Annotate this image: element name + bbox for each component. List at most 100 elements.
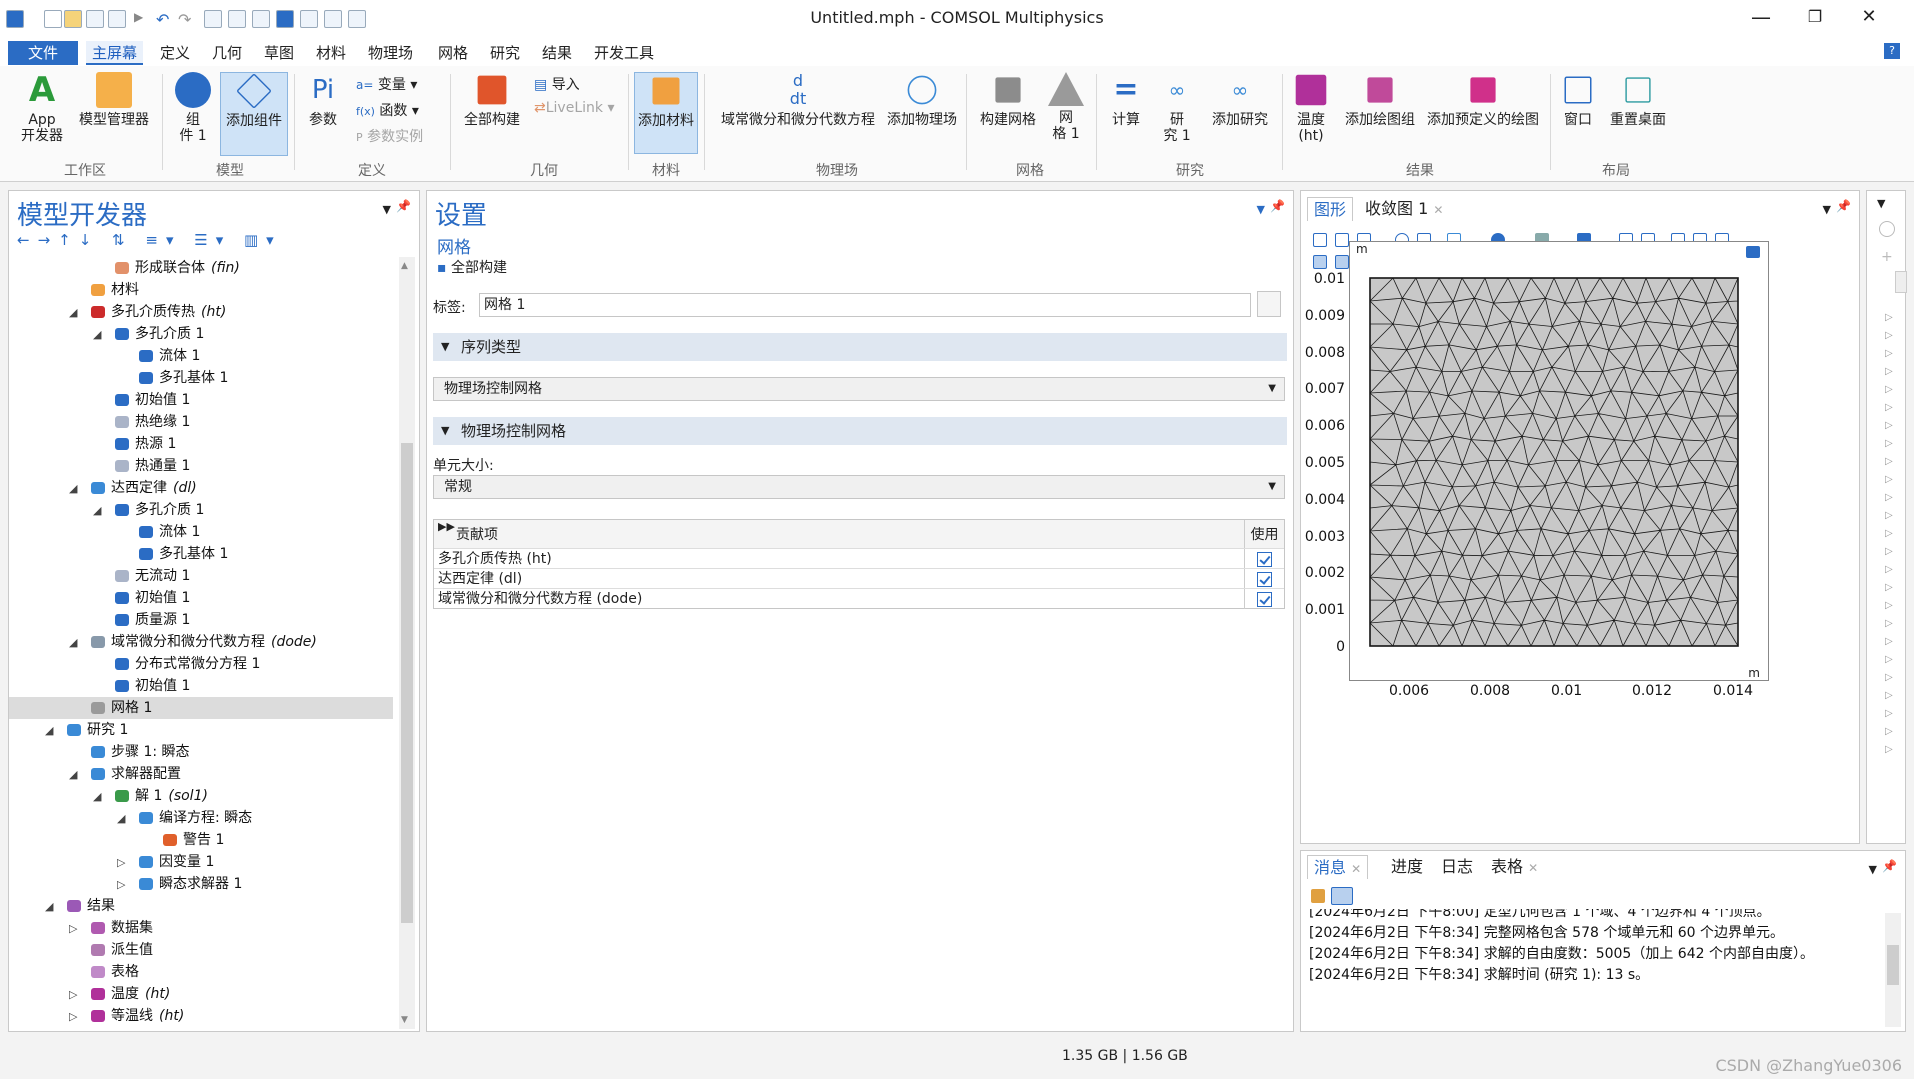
use-checkbox[interactable]	[1257, 552, 1272, 567]
close-tab-icon[interactable]: ✕	[1433, 203, 1443, 217]
tree-item[interactable]: 流体 1	[139, 521, 200, 543]
grid-view-icon[interactable]	[1313, 255, 1327, 269]
panel-menu-icon[interactable]: ▼	[1877, 197, 1885, 210]
tree-item[interactable]: 多孔介质 1	[115, 323, 204, 345]
collapse-arrows[interactable]: ▷ ▷ ▷ ▷ ▷ ▷ ▷ ▷ ▷ ▷ ▷ ▷ ▷ ▷ ▷ ▷ ▷ ▷ ▷ ▷ ▷ ▷ ▷ ▷ ▷	[1885, 309, 1893, 759]
pin-icon[interactable]: 📌	[1836, 199, 1851, 213]
tree-item[interactable]: 材料	[91, 279, 139, 301]
tree-item[interactable]: 分布式常微分方程 1	[115, 653, 260, 675]
label-input[interactable]: 网格 1	[479, 293, 1251, 317]
menu-tab-5[interactable]: 物理场	[362, 41, 419, 65]
menu-tab-7[interactable]: 研究	[484, 41, 526, 65]
pin-icon[interactable]: 📌	[396, 199, 411, 213]
tree-toolbar[interactable]: ←→↑↓ ⇅ ≡▾ ☰▾ ▥▾	[17, 231, 282, 249]
expand-toggle-icon[interactable]: ◢	[69, 482, 77, 495]
scroll-down-icon[interactable]: ▼	[401, 1015, 408, 1025]
tree-item[interactable]: 初始值 1	[115, 587, 190, 609]
expand-toggle-icon[interactable]: ◢	[45, 724, 53, 737]
tree-item[interactable]: 热源 1	[115, 433, 176, 455]
minimize-button[interactable]: —	[1738, 4, 1784, 32]
tree-item[interactable]: 多孔介质 1	[115, 499, 204, 521]
menu-tab-0[interactable]: 主屏幕	[86, 41, 144, 65]
tree-item[interactable]: 形成联合体 (fin)	[115, 257, 240, 279]
tree-item[interactable]: 网格 1	[91, 697, 152, 719]
tree-item[interactable]: 编译方程: 瞬态	[139, 807, 252, 829]
menu-tab-6[interactable]: 网格	[432, 41, 474, 65]
menu-tab-2[interactable]: 几何	[206, 41, 248, 65]
close-tab-icon[interactable]: ✕	[1351, 862, 1361, 876]
tree-item[interactable]: 无流动 1	[115, 565, 190, 587]
side-tab[interactable]	[1895, 271, 1907, 293]
close-button[interactable]: ✕	[1846, 4, 1892, 32]
expand-toggle-icon[interactable]: ▷	[69, 1010, 77, 1023]
window-button[interactable]: 窗口	[1556, 72, 1600, 128]
add-material-button[interactable]: 添加材料	[634, 72, 698, 154]
panel-menu-icon[interactable]: ▼	[1823, 203, 1831, 216]
tree-item[interactable]: 解 1 (sol1)	[115, 785, 208, 807]
expand-toggle-icon[interactable]: ▷	[69, 922, 77, 935]
tab-log[interactable]: 日志	[1435, 855, 1479, 879]
model-manager-button[interactable]: 模型管理器	[72, 72, 156, 128]
tree-item[interactable]: 多孔介质传热 (ht)	[91, 301, 226, 323]
tree-item[interactable]: 热通量 1	[115, 455, 190, 477]
plot-canvas[interactable]: m m	[1349, 241, 1769, 681]
variables-button[interactable]: a= 变量 ▾	[356, 74, 417, 94]
tree-item[interactable]: 步骤 1: 瞬态	[91, 741, 190, 763]
expand-toggle-icon[interactable]: ▷	[69, 988, 77, 1001]
tree-item[interactable]: 结果	[67, 895, 115, 917]
expand-icon[interactable]: ▶▶	[438, 512, 455, 542]
sequence-type-select[interactable]: 物理场控制网格 ▼	[433, 377, 1285, 401]
use-checkbox[interactable]	[1257, 592, 1272, 607]
expand-toggle-icon[interactable]: ◢	[93, 790, 101, 803]
messages-scrollbar[interactable]	[1885, 913, 1901, 1027]
tree-item[interactable]: 求解器配置	[91, 763, 181, 785]
import-button[interactable]: ▤ 导入	[534, 74, 580, 94]
tab-table[interactable]: 表格 ✕	[1485, 855, 1544, 879]
tree-item[interactable]: 初始值 1	[115, 389, 190, 411]
build-all-button[interactable]: 全部构建	[456, 72, 528, 128]
add-plot-group-button[interactable]: 添加绘图组	[1340, 72, 1420, 128]
restore-button[interactable]: ❐	[1792, 4, 1838, 32]
tab-messages[interactable]: 消息 ✕	[1307, 855, 1369, 879]
expand-toggle-icon[interactable]: ◢	[117, 812, 125, 825]
sequence-type-section[interactable]: ▼ 序列类型	[433, 333, 1287, 361]
study1-button[interactable]: ∞ 研 究 1	[1154, 72, 1200, 144]
scroll-up-icon[interactable]: ▲	[401, 261, 408, 271]
tree-item[interactable]: 派生值	[91, 939, 153, 961]
expand-toggle-icon[interactable]: ▷	[117, 878, 125, 891]
livelink-button[interactable]: ⇄LiveLink ▾	[534, 100, 614, 116]
reset-desktop-button[interactable]: 重置桌面	[1604, 72, 1672, 128]
globe-icon[interactable]	[1879, 221, 1895, 237]
clear-broom-icon[interactable]	[1311, 889, 1325, 903]
mesh1-button[interactable]: 网 格 1	[1046, 72, 1086, 142]
tree-item[interactable]: 多孔基体 1	[139, 543, 228, 565]
expand-toggle-icon[interactable]: ◢	[93, 328, 101, 341]
pin-icon[interactable]: 📌	[1882, 859, 1897, 873]
add-predefined-plot-button[interactable]: 添加预定义的绘图	[1422, 72, 1544, 128]
tab-progress[interactable]: 进度	[1385, 855, 1429, 879]
close-tab-icon[interactable]: ✕	[1528, 861, 1538, 875]
scroll-thumb[interactable]	[401, 443, 413, 923]
tree-item[interactable]: 热绝缘 1	[115, 411, 190, 433]
temperature-plot-button[interactable]: 温度 (ht)	[1288, 72, 1334, 144]
use-checkbox[interactable]	[1257, 572, 1272, 587]
scroll-thumb[interactable]	[1887, 945, 1899, 985]
tree-item[interactable]: 瞬态求解器 1	[139, 873, 242, 895]
panel-menu-icon[interactable]: ▼	[1869, 863, 1877, 876]
tree-item[interactable]: 警告 1	[163, 829, 224, 851]
menu-tab-9[interactable]: 开发工具	[588, 41, 660, 65]
build-all-link[interactable]: ▪ 全部构建	[437, 257, 507, 277]
tab-convergence-plot[interactable]: 收敛图 1 ✕	[1359, 197, 1449, 221]
add-component-button[interactable]: 添加组件	[220, 72, 288, 156]
zoom-in-icon[interactable]	[1313, 233, 1327, 247]
tree-item[interactable]: 表格	[91, 961, 139, 983]
parameter-case-button[interactable]: P 参数实例	[356, 126, 423, 146]
add-physics-button[interactable]: 添加物理场	[884, 72, 960, 128]
add-study-button[interactable]: ∞ 添加研究	[1206, 72, 1274, 128]
functions-button[interactable]: f(x) 函数 ▾	[356, 100, 419, 120]
panel-menu-icon[interactable]: ▼	[383, 203, 391, 216]
expand-toggle-icon[interactable]: ▷	[117, 856, 125, 869]
tree-item[interactable]: 多孔基体 1	[139, 367, 228, 389]
label-edit-icon[interactable]	[1257, 291, 1281, 317]
menu-tab-3[interactable]: 草图	[258, 41, 300, 65]
